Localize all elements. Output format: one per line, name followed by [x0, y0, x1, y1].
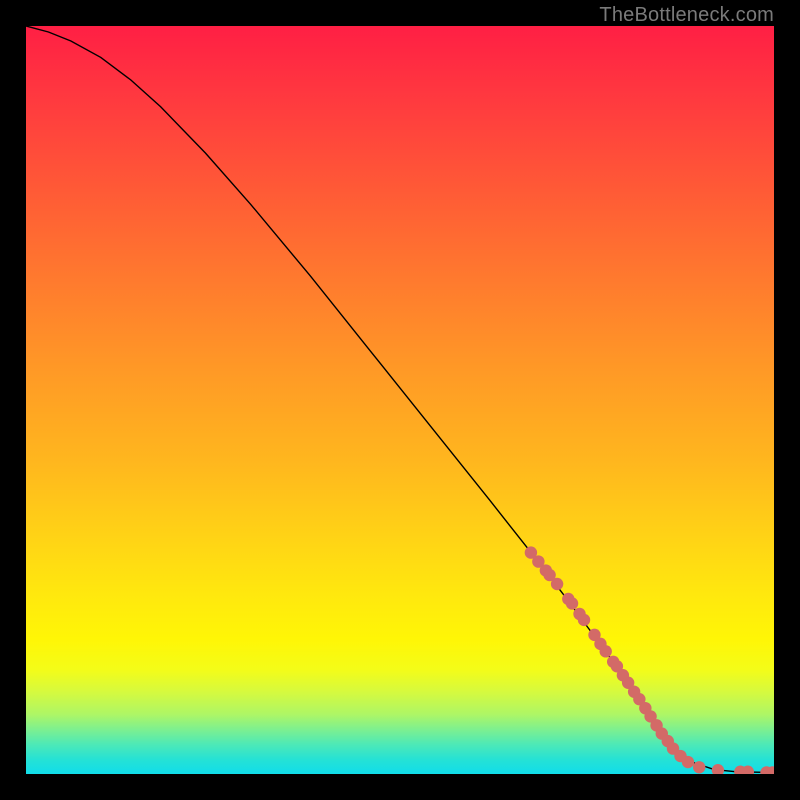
data-point	[600, 645, 612, 657]
watermark-text: TheBottleneck.com	[599, 4, 774, 27]
bottleneck-curve	[26, 26, 774, 773]
plot-area	[26, 26, 774, 774]
chart-frame: TheBottleneck.com	[0, 0, 800, 800]
chart-svg	[26, 26, 774, 774]
data-point	[551, 578, 563, 590]
scatter-points	[525, 546, 774, 774]
data-point	[682, 756, 694, 768]
data-point	[712, 764, 724, 774]
data-point	[693, 761, 705, 773]
data-point	[566, 597, 578, 609]
data-point	[578, 614, 590, 626]
